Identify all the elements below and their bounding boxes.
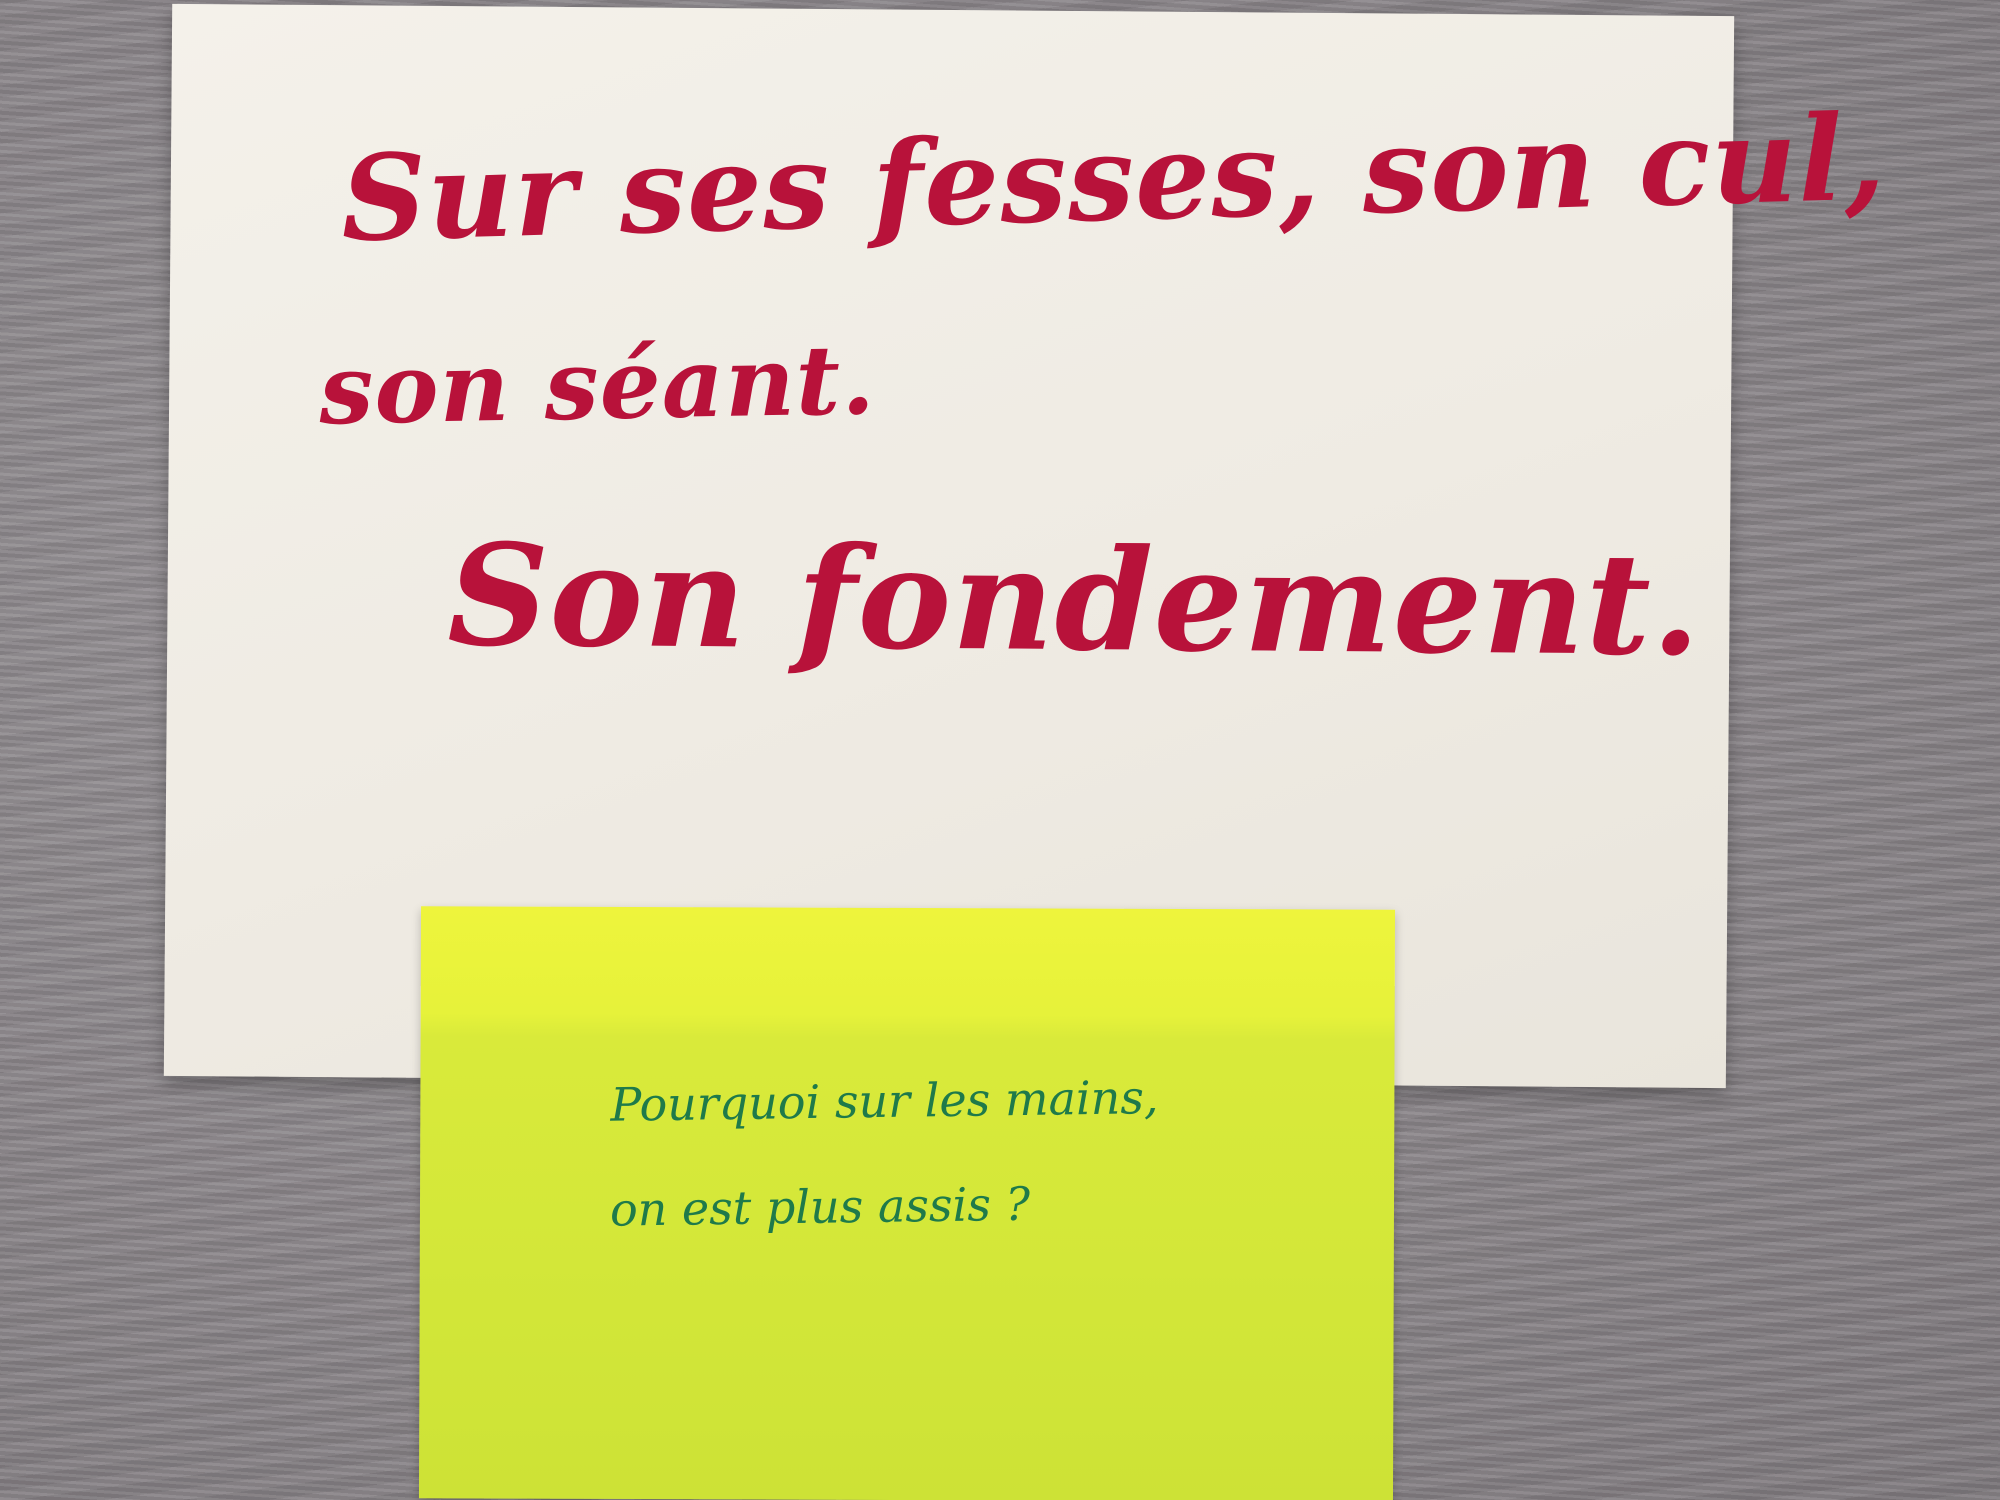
- handwritten-line-1: Sur ses fesses, son cul,: [339, 87, 1888, 269]
- sticky-note-line-2: on est plus assis ?: [609, 1176, 1031, 1237]
- sticky-note: Pourquoi sur les mains, on est plus assi…: [418, 906, 1396, 1500]
- handwritten-line-3: Son fondement.: [446, 514, 1702, 688]
- sticky-note-line-1: Pourquoi sur les mains,: [610, 1070, 1159, 1132]
- handwritten-line-2: son séant.: [318, 323, 877, 447]
